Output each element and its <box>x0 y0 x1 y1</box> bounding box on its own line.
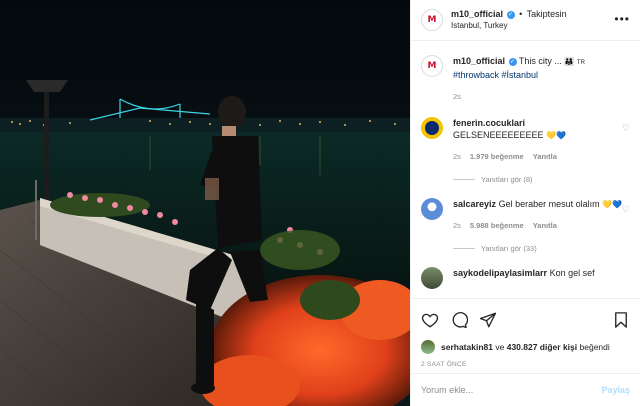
separator-dot: • <box>519 9 523 19</box>
instagram-post-modal: M m10_official ✓ • Takiptesin Istanbul, … <box>0 0 640 406</box>
post-location[interactable]: Istanbul, Turkey <box>451 20 567 32</box>
view-replies[interactable]: Yanıtları gör (33) <box>453 244 630 253</box>
caption-body: m10_official ✓ This city ... 👨‍👩‍👧 TR #t… <box>453 55 630 103</box>
comment-body: salcareyiz Gel beraber mesut olalım 💛💙 2… <box>453 198 630 232</box>
caption-avatar[interactable]: M <box>421 55 443 77</box>
comment-likes[interactable]: 1.979 beğenme <box>470 151 524 163</box>
comment-like-heart-icon[interactable]: ♡ <box>622 123 630 134</box>
post-photo[interactable] <box>0 0 410 406</box>
liked-by-suffix: beğendi <box>579 342 610 352</box>
replies-divider <box>453 179 475 180</box>
reply-button[interactable]: Yanıtla <box>533 220 557 232</box>
action-icons <box>421 309 630 331</box>
liked-by-and: ve <box>495 342 505 352</box>
family-emoji-icon: 👨‍👩‍👧 <box>564 57 575 66</box>
post-header: M m10_official ✓ • Takiptesin Istanbul, … <box>411 0 640 41</box>
view-replies-label: Yanıtları gör (8) <box>481 175 533 184</box>
flag-label: TR <box>576 60 585 66</box>
caption-meta: 2s <box>453 91 630 103</box>
like-heart-icon[interactable] <box>421 311 439 329</box>
comment-bubble-icon[interactable] <box>450 311 468 329</box>
comment-item: fenerin.cocuklari GELSENEEEEEEEEE 💛💙 2s … <box>421 117 630 163</box>
comment-time[interactable]: 2s <box>453 220 461 232</box>
post-actions: serhatakin81 ve 430.827 diğer kişi beğen… <box>411 298 640 373</box>
comment-input[interactable] <box>421 385 602 395</box>
post-side-panel: M m10_official ✓ • Takiptesin Istanbul, … <box>410 0 640 406</box>
comment-username[interactable]: saykodelipaylasimlarr <box>453 268 547 278</box>
comment-username[interactable]: fenerin.cocuklari <box>453 117 630 129</box>
view-replies[interactable]: Yanıtları gör (8) <box>453 175 630 184</box>
liker-avatar[interactable] <box>421 340 435 354</box>
caption-text: This city ... <box>518 56 562 66</box>
comment-body: saykodelipaylasimlarr Kon gel sef <box>453 267 630 289</box>
caption-username[interactable]: m10_official <box>453 56 505 66</box>
heart-emojis-icon: 💛💙 <box>602 200 623 209</box>
liked-by: serhatakin81 ve 430.827 diğer kişi beğen… <box>421 340 630 354</box>
comment-body: fenerin.cocuklari GELSENEEEEEEEEE 💛💙 2s … <box>453 117 630 163</box>
verified-badge-icon: ✓ <box>506 10 515 19</box>
comment-time[interactable]: 2s <box>453 151 461 163</box>
verified-badge-icon: ✓ <box>508 57 517 66</box>
author-info: m10_official ✓ • Takiptesin Istanbul, Tu… <box>451 8 567 32</box>
caption-hashtags[interactable]: #throwback #İstanbul <box>453 69 630 81</box>
follow-status[interactable]: Takiptesin <box>527 9 567 19</box>
commenter-avatar[interactable] <box>421 267 443 289</box>
comment-text: GELSENEEEEEEEEE <box>453 130 544 140</box>
view-replies-label: Yanıtları gör (33) <box>481 244 537 253</box>
comment-username[interactable]: salcareyiz <box>453 199 496 209</box>
post-comment-button[interactable]: Paylaş <box>601 385 630 395</box>
author-username[interactable]: m10_official <box>451 9 503 19</box>
comment-text: Kon gel sef <box>549 268 595 278</box>
more-options-icon[interactable]: ••• <box>614 12 630 26</box>
commenter-avatar[interactable] <box>421 117 443 139</box>
comments-list[interactable]: M m10_official ✓ This city ... 👨‍👩‍👧 TR … <box>411 41 640 298</box>
liked-by-user[interactable]: serhatakin81 <box>441 342 493 352</box>
comment-meta: 2s 5.988 beğenme Yanıtla <box>453 220 630 232</box>
commenter-avatar[interactable] <box>421 198 443 220</box>
comment-likes[interactable]: 5.988 beğenme <box>470 220 524 232</box>
liked-by-count[interactable]: 430.827 diğer kişi <box>507 342 577 352</box>
comment-meta: 2s 1.979 beğenme Yanıtla <box>453 151 630 163</box>
caption: M m10_official ✓ This city ... 👨‍👩‍👧 TR … <box>421 55 630 103</box>
bookmark-save-icon[interactable] <box>612 311 630 329</box>
comment-item: saykodelipaylasimlarr Kon gel sef <box>421 267 630 289</box>
add-comment-bar: Paylaş <box>411 373 640 406</box>
replies-divider <box>453 248 475 249</box>
heart-emojis-icon: 💛💙 <box>546 131 566 140</box>
post-time-ago[interactable]: 2 SAAT ÖNCE <box>421 361 630 368</box>
reply-button[interactable]: Yanıtla <box>533 151 557 163</box>
night-bosphorus-photo <box>0 0 410 406</box>
comment-item: salcareyiz Gel beraber mesut olalım 💛💙 2… <box>421 198 630 232</box>
comment-text: Gel beraber mesut olalım <box>498 199 600 209</box>
comment-like-heart-icon[interactable]: ♡ <box>622 204 630 215</box>
share-send-icon[interactable] <box>479 311 497 329</box>
caption-time[interactable]: 2s <box>453 91 461 103</box>
author-avatar[interactable]: M <box>421 9 443 31</box>
